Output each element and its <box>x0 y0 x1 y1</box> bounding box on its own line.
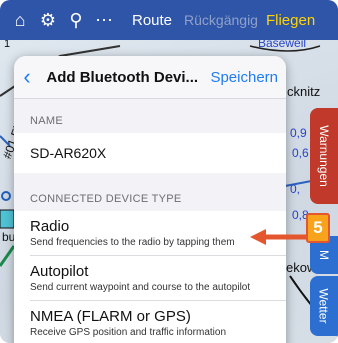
device-type-subtitle: Send frequencies to the radio by tapping… <box>30 237 235 248</box>
gear-icon[interactable]: ⚙ <box>34 6 62 34</box>
weather-tab-label: Wetter <box>317 288 331 324</box>
popover-title: Add Bluetooth Devi... <box>46 68 199 86</box>
device-type-title: NMEA (FLARM or GPS) <box>30 308 191 325</box>
device-type-autopilot[interactable]: Autopilot Send current waypoint and cour… <box>14 256 286 301</box>
map-label-right-mid: cknitz <box>287 84 321 99</box>
fly-button[interactable]: Fliegen <box>266 12 315 29</box>
home-icon[interactable]: ⌂ <box>6 6 34 34</box>
popover-nav-bar: ‹ Add Bluetooth Devi... Speichern <box>14 56 286 99</box>
annotation-arrow-icon <box>250 229 308 245</box>
app-frame: Baseweil cknitz 0,9 0,6 0, 0,8 ekow 1 #0… <box>0 0 338 343</box>
top-toolbar: ⌂ ⚙ ⚲ ⋯ Route Rückgängig Fliegen <box>0 0 338 40</box>
device-type-title: Autopilot <box>30 263 89 280</box>
more-icon[interactable]: ⋯ <box>90 6 118 34</box>
add-bluetooth-device-popover: ‹ Add Bluetooth Devi... Speichern NAME S… <box>14 56 286 343</box>
step-badge: 5 <box>306 213 330 243</box>
device-type-title: Radio <box>30 218 70 235</box>
weather-tab[interactable]: Wetter <box>310 276 338 336</box>
device-type-list: Radio Send frequencies to the radio by t… <box>14 211 286 343</box>
device-type-nmea[interactable]: NMEA (FLARM or GPS) Receive GPS position… <box>14 301 286 343</box>
warnings-tab-label: Warnungen <box>317 125 331 187</box>
device-type-subtitle: Receive GPS position and traffic informa… <box>30 327 227 338</box>
warnings-tab[interactable]: Warnungen <box>310 108 338 204</box>
device-type-radio[interactable]: Radio Send frequencies to the radio by t… <box>14 211 286 256</box>
map-label-num1: 0,9 <box>290 126 307 140</box>
save-button[interactable]: Speichern <box>204 69 286 86</box>
back-chevron-icon[interactable]: ‹ <box>14 64 40 90</box>
undo-button[interactable]: Rückgängig <box>184 12 258 28</box>
map-label-num3: 0, <box>290 182 301 196</box>
m-tab-label: M <box>317 250 331 260</box>
search-icon[interactable]: ⚲ <box>62 6 90 34</box>
map-label-num2: 0,6 <box>292 146 309 160</box>
name-section-header: NAME <box>30 115 63 127</box>
device-name-field[interactable]: SD-AR620X <box>14 133 286 173</box>
device-type-subtitle: Send current waypoint and course to the … <box>30 282 251 293</box>
route-button[interactable]: Route <box>132 12 172 29</box>
device-type-section-header: CONNECTED DEVICE TYPE <box>30 193 182 205</box>
